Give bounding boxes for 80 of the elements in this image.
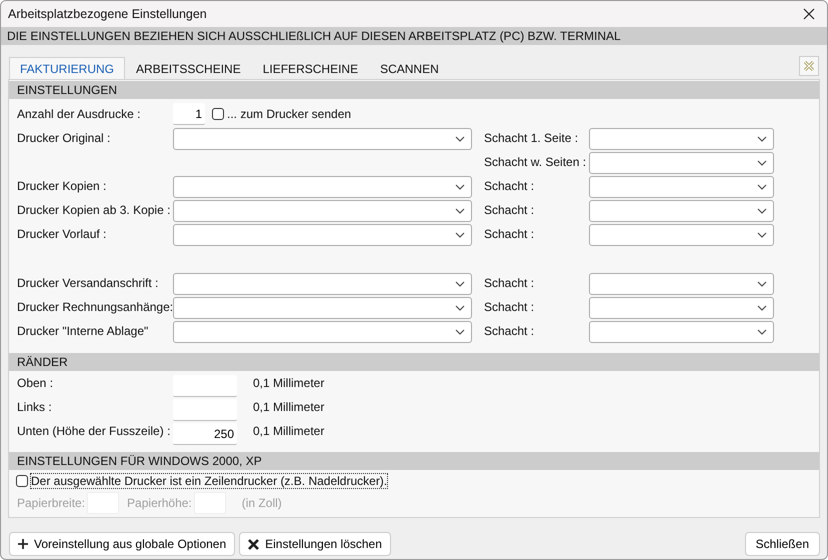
field-label: Drucker Original : (17, 130, 112, 145)
field-label: Drucker Vorlauf : (17, 226, 108, 241)
dropdown-field[interactable] (589, 273, 774, 295)
checkbox[interactable] (16, 475, 28, 487)
dropdown-field[interactable] (589, 176, 774, 198)
tab[interactable]: FAKTURIERUNG (9, 57, 126, 79)
chevron-down-icon (757, 136, 767, 142)
field-label: Unten (Höhe der Fusszeile) : (17, 423, 172, 438)
chevron-down-icon (757, 305, 767, 311)
button[interactable]: Einstellungen löschen (239, 532, 391, 556)
number-field[interactable] (173, 375, 237, 397)
cross-icon (248, 538, 260, 550)
number-field[interactable]: 250 (173, 423, 237, 445)
field-label: Drucker Rechnungsanhänge: (17, 299, 173, 314)
dropdown-field[interactable] (589, 152, 774, 174)
section-header: EINSTELLUNGEN FÜR WINDOWS 2000, XP (9, 452, 819, 470)
chevron-down-icon (455, 136, 465, 142)
tab[interactable]: SCANNEN (369, 57, 450, 79)
button[interactable]: Schließen (744, 532, 820, 556)
dropdown-field[interactable] (173, 273, 472, 295)
dropdown-field[interactable] (589, 297, 774, 319)
dropdown-field[interactable] (589, 224, 774, 246)
chevron-down-icon (757, 281, 767, 287)
dropdown-field[interactable] (589, 128, 774, 150)
field-label: Drucker "Interne Ablage" (17, 323, 150, 338)
number-field[interactable]: 1 (173, 103, 205, 125)
dropdown-field[interactable] (173, 200, 472, 222)
chevron-down-icon (757, 208, 767, 214)
field-label: Schacht : (483, 299, 536, 314)
checkbox[interactable] (212, 108, 224, 120)
chevron-down-icon (455, 305, 465, 311)
section-header: EINSTELLUNGEN (9, 81, 819, 99)
close-tab-button[interactable] (799, 56, 819, 76)
field-label: Papierbreite: (17, 496, 86, 510)
plus-icon (18, 539, 28, 549)
checkbox-label: ... zum Drucker senden (227, 107, 352, 121)
info-banner: DIE EINSTELLUNGEN BEZIEHEN SICH AUSSCHLIEßLICH AUF DIESEN ARBEITSPLATZ (PC) BZW. TERMINAL (1, 27, 827, 45)
dropdown-field[interactable] (173, 224, 472, 246)
chevron-down-icon (757, 329, 767, 335)
dropdown-field[interactable] (589, 321, 774, 343)
tab[interactable]: ARBEITSSCHEINE (125, 57, 252, 79)
dropdown-field[interactable] (173, 176, 472, 198)
field-label: Anzahl der Ausdrucke : (17, 107, 142, 121)
chevron-down-icon (455, 184, 465, 190)
field-label: Schacht : (483, 202, 536, 217)
checkbox-label: Der ausgewählte Drucker ist ein Zeilendrucker (z.B. Nadeldrucker). (31, 474, 388, 488)
close-icon (803, 60, 815, 72)
field-label: Schacht : (483, 275, 536, 290)
field-label: Schacht : (483, 226, 536, 241)
field-label: Drucker Kopien ab 3. Kopie : (17, 202, 172, 217)
chevron-down-icon (455, 329, 465, 335)
chevron-down-icon (455, 232, 465, 238)
chevron-down-icon (455, 208, 465, 214)
field-label: Drucker Versandanschrift : (17, 275, 160, 290)
chevron-down-icon (757, 184, 767, 190)
field-label: Schacht : (483, 178, 536, 193)
chevron-down-icon (757, 160, 767, 166)
dropdown-field[interactable] (173, 128, 472, 150)
unit-label: 0,1 Millimeter (252, 423, 326, 438)
chevron-down-icon (455, 281, 465, 287)
dropdown-field[interactable] (173, 297, 472, 319)
field-label: Schacht : (483, 323, 536, 338)
unit-label: 0,1 Millimeter (252, 399, 326, 414)
dropdown-field[interactable] (589, 200, 774, 222)
chevron-down-icon (757, 232, 767, 238)
close-icon (803, 8, 815, 20)
section-header: RÄNDER (9, 353, 819, 371)
field-label: Links : (17, 399, 53, 414)
field-label: Oben : (17, 375, 54, 390)
field-label: Papierhöhe: (127, 496, 192, 510)
tab[interactable]: LIEFERSCHEINE (252, 57, 370, 79)
field-label: Schacht 1. Seite : (483, 130, 580, 145)
button[interactable]: Voreinstellung aus globale Optionen (9, 532, 236, 556)
unit-label: 0,1 Millimeter (252, 375, 326, 390)
dropdown-field[interactable] (173, 321, 472, 343)
number-field[interactable] (173, 399, 237, 421)
window-title: Arbeitsplatzbezogene Einstellungen (8, 7, 208, 21)
field-label: Schacht w. Seiten : (483, 154, 588, 169)
field-label: Drucker Kopien : (17, 178, 108, 193)
unit-label: (in Zoll) (242, 496, 282, 510)
